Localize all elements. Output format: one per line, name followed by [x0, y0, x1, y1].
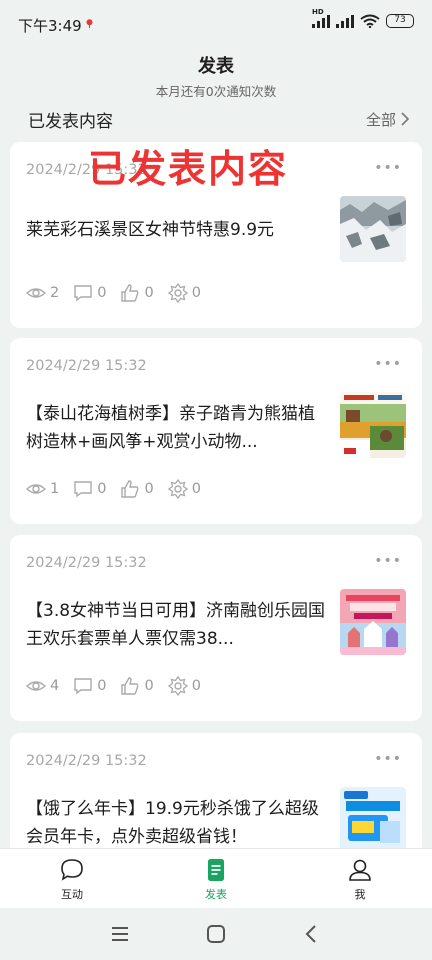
person-icon	[349, 859, 371, 881]
like-count: 0	[144, 481, 154, 497]
more-options-icon[interactable]: •••	[374, 356, 402, 372]
post-title: 【3.8女神节当日可用】济南融创乐园国王欢乐套票单人票仅需38...	[26, 601, 326, 649]
page-title: 发表	[198, 56, 234, 77]
section-header: 已发表内容 全部	[28, 106, 410, 132]
eye-icon	[26, 681, 46, 691]
status-bar: 下午3:49 HD 73	[0, 0, 432, 50]
comment-icon	[74, 481, 92, 498]
share-count: 0	[191, 481, 201, 497]
document-icon	[208, 859, 224, 881]
post-title: 【泰山花海植树季】亲子踏青为熊猫植树造林+画风筝+观赏小动物...	[26, 404, 315, 452]
view-count: 4	[50, 678, 60, 694]
share-icon	[167, 283, 188, 303]
post-stats: 2 0 0 0	[26, 283, 215, 303]
post-date: 2024/2/29 15:32	[26, 753, 147, 769]
comment-count: 0	[97, 678, 107, 694]
status-time: 下午3:49	[18, 17, 82, 35]
section-title: 已发表内容	[28, 111, 113, 132]
post-stats: 4 0 0 0	[26, 676, 215, 696]
bottom-tab-bar: 互动 发表 我	[0, 848, 432, 908]
tab-label: 发表	[205, 888, 227, 901]
cellular-signal-2-icon	[336, 14, 354, 28]
post-thumbnail	[340, 392, 406, 458]
like-count: 0	[144, 678, 154, 694]
view-all-link[interactable]: 全部	[366, 109, 410, 130]
more-options-icon[interactable]: •••	[374, 160, 402, 176]
post-card[interactable]: 2024/2/29 15:32 ••• 【饿了么年卡】19.9元秒杀饿了么超级会…	[10, 733, 422, 863]
post-thumbnail	[340, 787, 406, 853]
back-icon[interactable]	[300, 922, 324, 946]
post-thumbnail	[340, 589, 406, 655]
tab-me[interactable]: 我	[310, 849, 410, 908]
tab-interaction[interactable]: 互动	[22, 849, 122, 908]
tab-label: 我	[354, 888, 366, 901]
post-date: 2024/2/29 15:32	[26, 555, 147, 571]
watermark-overlay-text: 已发表内容	[88, 147, 289, 191]
post-title: 【饿了么年卡】19.9元秒杀饿了么超级会员年卡，点外卖超级省钱！	[26, 799, 319, 847]
home-icon[interactable]	[204, 922, 228, 946]
share-count: 0	[191, 678, 201, 694]
system-navigation-bar	[0, 908, 432, 960]
post-title: 莱芜彩石溪景区女神节特惠9.9元	[26, 220, 275, 240]
thumbs-up-icon	[121, 480, 139, 498]
share-icon	[167, 676, 188, 696]
comment-count: 0	[97, 481, 107, 497]
chat-bubble-icon	[61, 859, 83, 881]
post-card[interactable]: 2024/2/29 15:32 ••• 【泰山花海植树季】亲子踏青为熊猫植树造林…	[10, 338, 422, 524]
battery-icon: 73	[386, 14, 414, 28]
comment-count: 0	[97, 285, 107, 301]
view-all-label: 全部	[365, 110, 396, 129]
eye-icon	[26, 288, 46, 298]
comment-icon	[74, 285, 92, 302]
view-count: 2	[50, 285, 60, 301]
thumbs-up-icon	[121, 284, 139, 302]
wifi-icon	[360, 14, 380, 28]
post-date: 2024/2/29 15:32	[26, 358, 147, 374]
tab-publish[interactable]: 发表	[166, 849, 266, 908]
notification-quota-text: 本月还有0次通知次数	[155, 84, 277, 99]
menu-icon[interactable]	[108, 922, 132, 946]
more-options-icon[interactable]: •••	[374, 751, 402, 767]
share-icon	[167, 479, 188, 499]
cellular-signal-icon: HD	[312, 8, 330, 28]
thumbs-up-icon	[121, 677, 139, 695]
post-card[interactable]: 2024/2/29 15:32 ••• 【3.8女神节当日可用】济南融创乐园国王…	[10, 535, 422, 721]
post-thumbnail	[340, 196, 406, 262]
post-stats: 1 0 0 0	[26, 479, 215, 499]
comment-icon	[74, 678, 92, 695]
page-header: 发表 本月还有0次通知次数	[0, 50, 432, 100]
chevron-right-icon	[401, 112, 410, 126]
tab-label: 互动	[61, 888, 83, 901]
share-count: 0	[191, 285, 201, 301]
like-count: 0	[144, 285, 154, 301]
more-options-icon[interactable]: •••	[374, 553, 402, 569]
eye-icon	[26, 484, 46, 494]
view-count: 1	[50, 481, 60, 497]
location-pin-icon	[86, 19, 93, 28]
